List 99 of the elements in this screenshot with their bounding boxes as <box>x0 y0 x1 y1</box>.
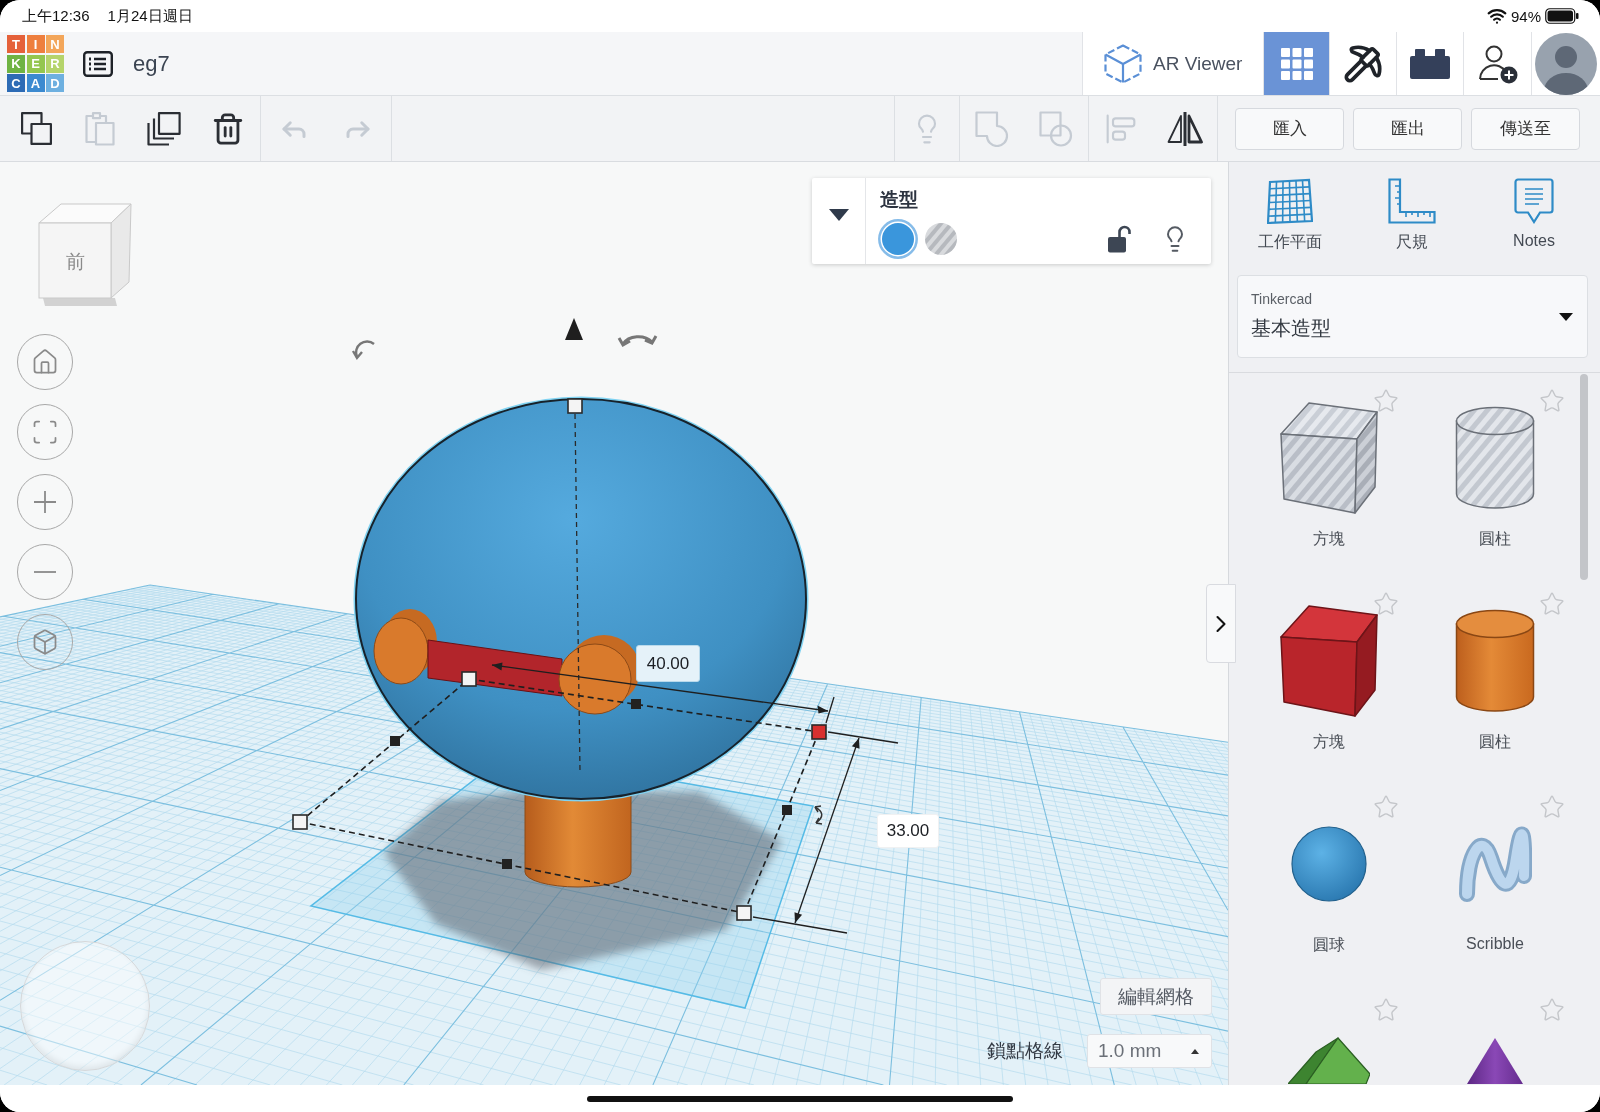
resize-handle[interactable] <box>811 724 827 740</box>
cube-icon <box>31 628 59 656</box>
star-icon[interactable] <box>1539 997 1565 1023</box>
prism-icon[interactable] <box>1288 1037 1370 1084</box>
battery-percent: 94% <box>1510 7 1541 25</box>
caret-up-icon <box>1191 1048 1199 1054</box>
cube-icon <box>1104 43 1142 84</box>
rectangular-bar[interactable] <box>427 639 563 697</box>
snap-grid-label: 鎖點格線 <box>987 1039 1063 1063</box>
import-button[interactable]: 匯入 <box>1235 107 1344 150</box>
ruler-button[interactable]: 尺規 <box>1351 178 1473 260</box>
star-icon[interactable] <box>1373 388 1399 414</box>
caret-down-icon <box>828 209 849 221</box>
midpoint-handle[interactable] <box>502 859 512 869</box>
list-icon <box>83 50 113 77</box>
star-icon[interactable] <box>1539 591 1565 617</box>
resize-handle[interactable] <box>461 671 477 687</box>
logo-letter: D <box>46 74 64 92</box>
trash-icon <box>211 111 245 146</box>
unlocked-icon[interactable] <box>1107 225 1131 253</box>
caret-down-icon <box>1559 312 1573 321</box>
squiggle-icon[interactable] <box>1458 824 1532 904</box>
logo-letter: T <box>7 35 25 53</box>
snap-grid-select[interactable]: 1.0 mm <box>1087 1034 1212 1068</box>
profile-button[interactable] <box>1531 32 1600 95</box>
logo-letter: E <box>26 54 45 73</box>
dropdown-label: Tinkercad <box>1251 291 1313 307</box>
workplane-button[interactable]: 工作平面 <box>1229 178 1351 260</box>
lift-arrow-icon[interactable] <box>565 318 583 340</box>
status-time: 上午12:36 <box>22 6 90 26</box>
grid-plane-icon <box>1267 178 1313 224</box>
library-dropdown[interactable]: Tinkercad 基本造型 <box>1237 275 1588 358</box>
logo-letter: N <box>46 35 64 53</box>
midpoint-handle[interactable] <box>782 805 792 815</box>
notes-button[interactable]: Notes <box>1473 178 1595 260</box>
logo-letter: R <box>46 54 64 73</box>
send-to-button[interactable]: 傳送至 <box>1471 107 1580 150</box>
mirror-icon <box>1167 110 1203 147</box>
pickaxe-button[interactable] <box>1329 32 1396 95</box>
minus-icon <box>34 571 56 573</box>
ruler-icon <box>1388 178 1436 224</box>
export-button[interactable]: 匯出 <box>1353 107 1462 150</box>
cylinder-icon[interactable] <box>1455 609 1535 713</box>
align-icon <box>1105 112 1137 145</box>
inspector-title: 造型 <box>880 188 919 212</box>
status-date: 1月24日週日 <box>107 6 193 26</box>
copy-icon <box>20 112 52 145</box>
cube-icon[interactable] <box>1279 604 1379 718</box>
star-icon[interactable] <box>1373 794 1399 820</box>
scrollbar-thumb[interactable] <box>1580 374 1588 580</box>
bricks-button[interactable] <box>1396 32 1463 95</box>
shape-label: 圓柱 <box>1479 732 1511 752</box>
disc[interactable] <box>558 635 640 715</box>
logo-letter: C <box>7 74 25 92</box>
shape-label: 圓柱 <box>1479 529 1511 549</box>
star-icon[interactable] <box>1539 794 1565 820</box>
add-user-icon <box>1477 43 1518 84</box>
sphere-icon[interactable] <box>1291 826 1367 902</box>
plus-icon <box>34 491 56 513</box>
clipboard-icon <box>85 111 115 146</box>
brick-icon <box>1410 48 1450 79</box>
resize-handle[interactable] <box>292 814 308 830</box>
grid-icon <box>1280 47 1313 80</box>
midpoint-handle[interactable] <box>631 699 641 709</box>
overlapping-shapes-icon <box>1039 110 1073 147</box>
battery-icon <box>1545 8 1579 24</box>
notes-icon <box>1514 178 1554 224</box>
resize-handle[interactable] <box>736 905 752 921</box>
add-user-button[interactable] <box>1463 32 1531 95</box>
logo-letter: I <box>26 35 45 53</box>
dimension-label[interactable]: 33.00 <box>877 814 939 848</box>
shape-label: Scribble <box>1466 935 1524 953</box>
star-icon[interactable] <box>1373 997 1399 1023</box>
stacked-squares-icon <box>147 111 181 146</box>
panel-toggle-button[interactable] <box>1206 584 1236 663</box>
logo-letter: K <box>7 54 25 73</box>
merged-shapes-icon <box>975 110 1009 147</box>
solid-color-swatch[interactable] <box>878 219 918 259</box>
striped-cylinder-icon[interactable] <box>1455 406 1535 510</box>
home-icon <box>31 348 59 376</box>
shape-label: 方塊 <box>1313 529 1345 549</box>
star-icon[interactable] <box>1373 591 1399 617</box>
striped-cube-icon[interactable] <box>1279 401 1379 515</box>
logo-letter: A <box>26 74 45 92</box>
wifi-icon <box>1486 6 1507 26</box>
pickaxe-icon <box>1343 43 1383 84</box>
star-icon[interactable] <box>1539 388 1565 414</box>
edit-grid-button[interactable]: 編輯網格 <box>1100 978 1212 1015</box>
resize-handle[interactable] <box>567 398 583 414</box>
dropdown-value: 基本造型 <box>1251 316 1332 341</box>
midpoint-handle[interactable] <box>390 736 400 746</box>
project-name: eg7 <box>133 50 170 77</box>
ar-viewer-button[interactable]: AR Viewer <box>1082 32 1263 95</box>
rotate-arrow-icon[interactable] <box>814 805 823 825</box>
hole-swatch[interactable] <box>924 222 958 256</box>
corner-brackets-icon <box>31 418 59 446</box>
shape-label: 圓球 <box>1313 935 1345 955</box>
shape-label: 方塊 <box>1313 732 1345 752</box>
dimension-label[interactable]: 40.00 <box>636 645 700 682</box>
